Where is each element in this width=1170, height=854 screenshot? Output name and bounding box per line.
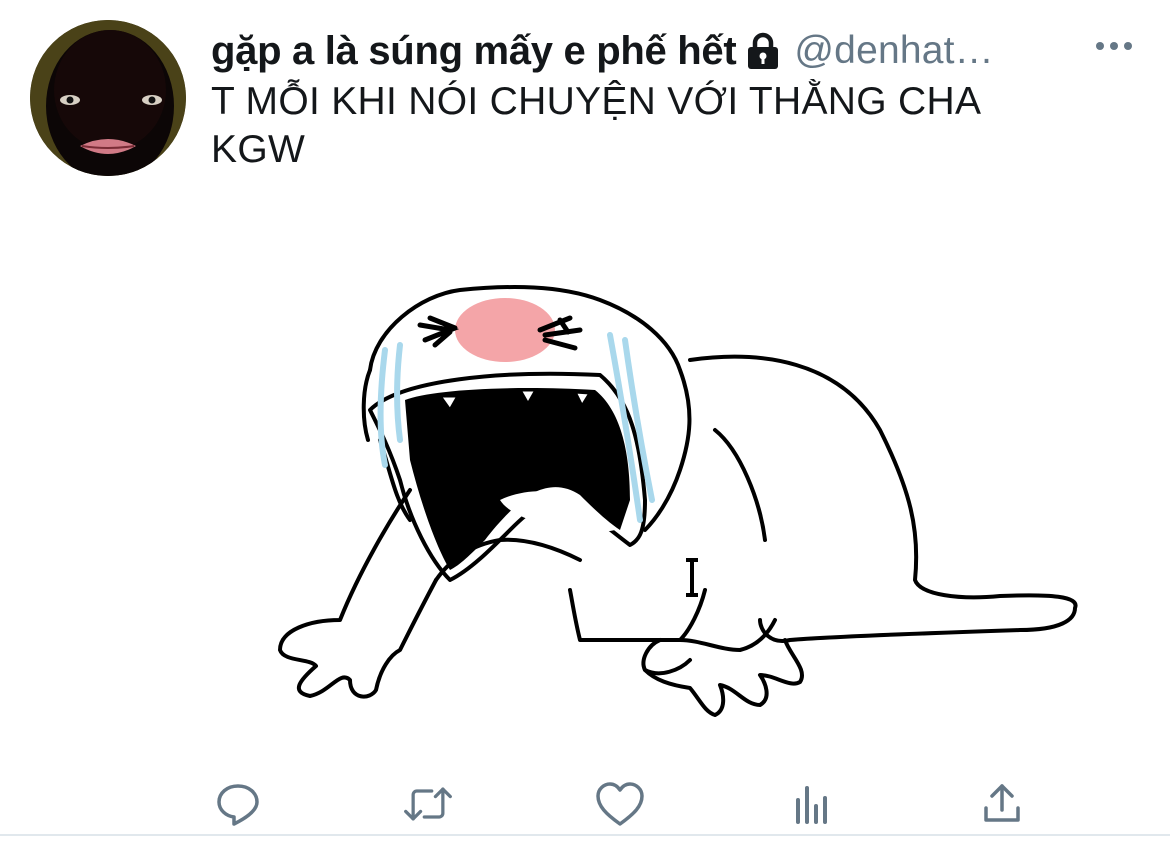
share-button[interactable]: [976, 778, 1028, 830]
like-button[interactable]: [594, 778, 646, 830]
tweet-text: T MỖI KHI NÓI CHUYỆN VỚI THẰNG CHA KGW: [211, 78, 1111, 174]
share-icon: [984, 784, 1020, 822]
retweet-icon: [404, 787, 452, 821]
tweet-card[interactable]: gặp a là súng mấy e phế hết @denhat… T M…: [0, 0, 1170, 854]
reply-icon: [217, 784, 259, 826]
reply-button[interactable]: [212, 778, 264, 830]
tweet-text-line: T MỖI KHI NÓI CHUYỆN VỚI THẰNG CHA: [211, 80, 982, 123]
tweet-actions: [0, 772, 1170, 836]
retweet-button[interactable]: [402, 778, 454, 830]
tweet-header: gặp a là súng mấy e phế hết @denhat…: [211, 26, 1151, 76]
display-name[interactable]: gặp a là súng mấy e phế hết: [211, 29, 737, 74]
tweet-media-image[interactable]: [200, 200, 1160, 760]
analytics-icon: [796, 786, 827, 824]
divider: [0, 834, 1170, 836]
heart-icon: [596, 782, 644, 826]
crying-meme-drawing: [278, 285, 1078, 717]
user-handle[interactable]: @denhat…: [794, 29, 993, 73]
avatar-image: [30, 20, 186, 176]
avatar[interactable]: [30, 20, 186, 176]
analytics-button[interactable]: [786, 778, 838, 830]
tweet-text-line: KGW: [211, 128, 306, 171]
more-dots-icon[interactable]: [1094, 36, 1134, 56]
lock-icon: [746, 31, 780, 71]
